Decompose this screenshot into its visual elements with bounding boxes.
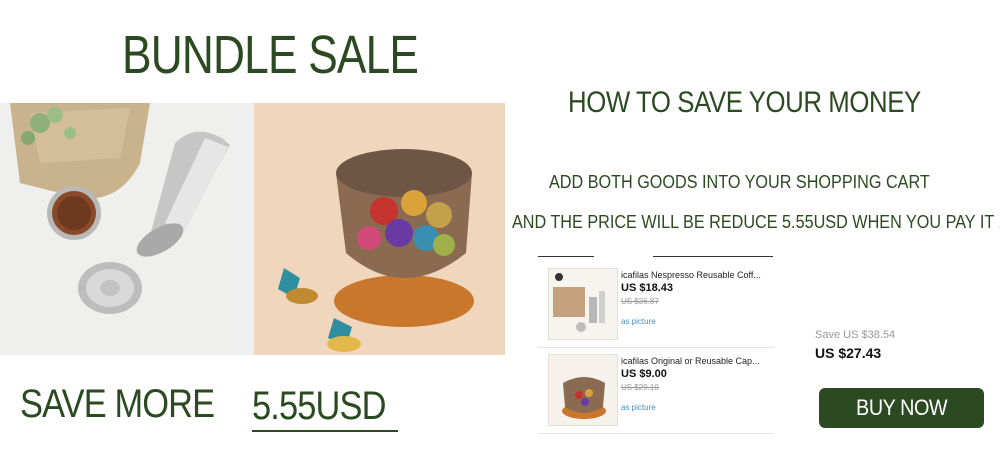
how-to-save-heading: HOW TO SAVE YOUR MONEY — [568, 86, 921, 119]
product-variant-note: as picture — [621, 317, 656, 326]
capsule-holder-illustration — [254, 103, 505, 355]
product-thumbnail — [548, 268, 618, 340]
bundle-sale-title: BUNDLE SALE — [122, 25, 419, 85]
product-variant-note: as picture — [621, 403, 656, 412]
product-thumbnail — [548, 354, 618, 426]
product-price: US $9.00 — [621, 368, 667, 380]
save-more-label: SAVE MORE — [20, 382, 215, 426]
product-row-capsule-holder[interactable]: icafilas Original or Reusable Cap... US … — [538, 348, 774, 434]
bundle-price: US $27.43 — [815, 345, 882, 361]
filter-tamper-photo — [0, 103, 254, 355]
bundle-original-price: Save US $38.54 — [815, 329, 896, 341]
filter-tamper-illustration — [0, 103, 254, 355]
buy-now-button[interactable]: BUY NOW — [819, 388, 984, 428]
instruction-step-2: AND THE PRICE WILL BE REDUCE 5.55USD WHE… — [512, 212, 1000, 232]
nespresso-kit-thumbnail — [549, 269, 617, 339]
capsule-holder-thumbnail — [549, 355, 617, 425]
divider-line — [653, 256, 773, 257]
buy-now-label: BUY NOW — [855, 395, 948, 420]
product-name[interactable]: icafilas Nespresso Reusable Coff... — [621, 270, 769, 280]
save-amount: 5.55USD — [252, 384, 386, 428]
product-name[interactable]: icafilas Original or Reusable Cap... — [621, 356, 769, 366]
save-amount-underline — [252, 430, 398, 432]
divider-line — [538, 256, 594, 257]
product-original-price: US $36.87 — [621, 297, 659, 306]
product-row-nespresso[interactable]: icafilas Nespresso Reusable Coff... US $… — [538, 262, 774, 348]
product-price: US $18.43 — [621, 282, 673, 294]
capsule-holder-photo — [254, 103, 505, 355]
product-original-price: US $29.10 — [621, 383, 659, 392]
instruction-step-1: ADD BOTH GOODS INTO YOUR SHOPPING CART — [549, 172, 930, 192]
